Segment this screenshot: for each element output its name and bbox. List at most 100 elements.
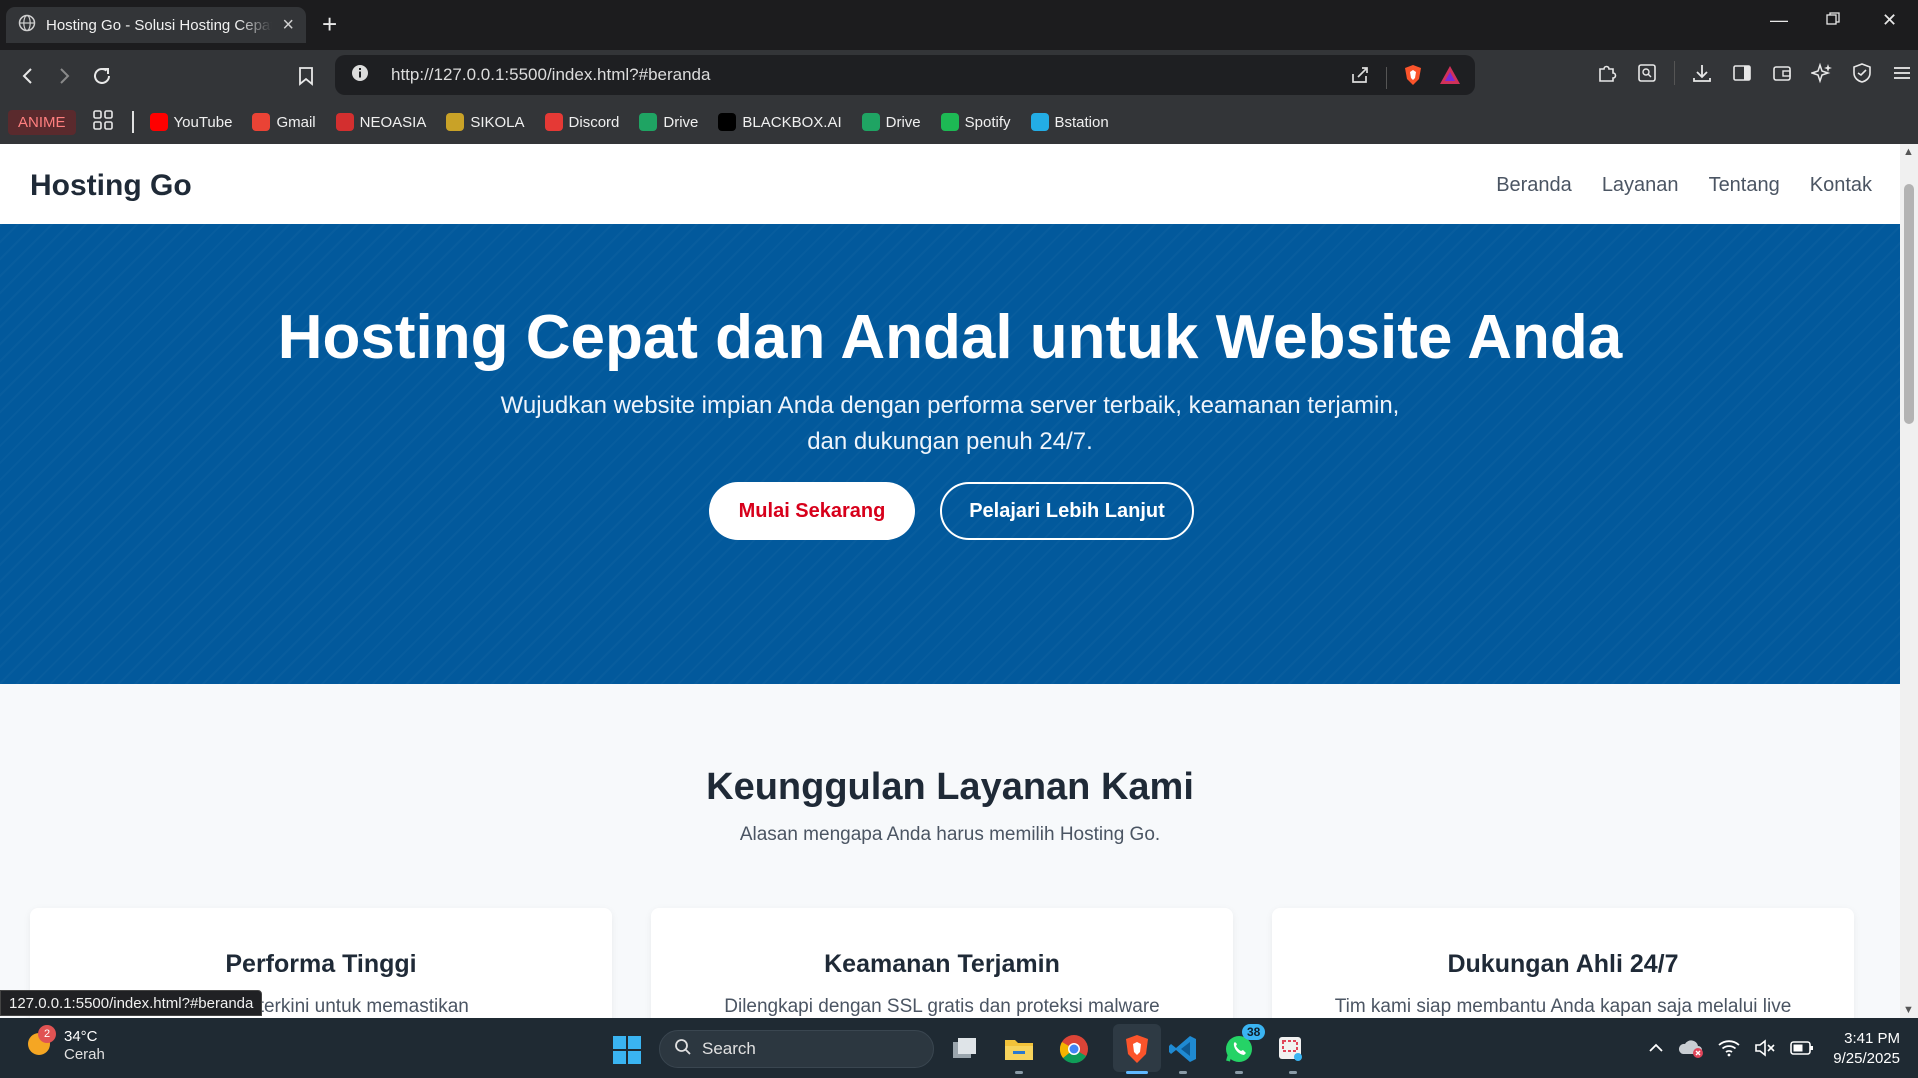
weather-condition: Cerah <box>64 1046 105 1063</box>
toolbar-divider <box>1674 61 1675 85</box>
chrome-icon[interactable] <box>1057 1032 1091 1066</box>
bookmark-label: Discord <box>568 113 620 131</box>
site-header: Hosting Go Beranda Layanan Tentang Konta… <box>0 144 1900 224</box>
close-window-icon[interactable]: ✕ <box>1882 10 1897 31</box>
search-label: Search <box>702 1039 756 1058</box>
brave-rewards-icon[interactable] <box>1439 65 1461 90</box>
nav-link-kontak[interactable]: Kontak <box>1810 174 1872 197</box>
bookmark-label: SIKOLA <box>470 113 525 131</box>
onedrive-error-icon[interactable] <box>1678 1038 1704 1063</box>
leo-ai-icon[interactable] <box>1809 60 1835 86</box>
vpn-icon[interactable] <box>1849 60 1875 86</box>
close-tab-icon[interactable]: × <box>282 15 294 35</box>
windows-start-icon[interactable] <box>612 1035 642 1070</box>
bookmark-item[interactable]: Bstation <box>1030 113 1109 131</box>
new-tab-icon[interactable]: + <box>322 11 337 37</box>
bookmark-label: Bstation <box>1054 113 1109 131</box>
windows-taskbar: 2 34°C Cerah Search 38 3:41 PM 9/25/2025 <box>0 1018 1918 1078</box>
site-logo[interactable]: Hosting Go <box>30 169 192 203</box>
wifi-icon[interactable] <box>1718 1039 1740 1062</box>
nav-link-beranda[interactable]: Beranda <box>1496 174 1572 197</box>
whatsapp-badge: 38 <box>1242 1024 1266 1040</box>
nav-link-layanan[interactable]: Layanan <box>1602 174 1679 197</box>
minimize-icon[interactable]: — <box>1770 10 1788 31</box>
vscode-icon[interactable] <box>1166 1032 1200 1066</box>
bookmark-item[interactable]: BLACKBOX.AI <box>718 113 842 131</box>
taskbar-search[interactable]: Search <box>659 1030 934 1068</box>
page-scrollbar[interactable]: ▲ ▼ <box>1900 144 1918 1018</box>
hero-section: Hosting Cepat dan Andal untuk Website An… <box>0 224 1900 684</box>
reader-mode-icon[interactable] <box>1634 60 1660 86</box>
bookmark-item[interactable]: NEOASIA <box>335 113 426 131</box>
clock-time: 3:41 PM <box>1844 1030 1900 1047</box>
hero-subtitle: Wujudkan website impian Anda dengan perf… <box>450 388 1450 460</box>
bookmark-folder-anime[interactable]: ANIME <box>8 109 76 135</box>
bookmark-label: YouTube <box>173 113 233 131</box>
volume-muted-icon[interactable] <box>1754 1039 1776 1062</box>
snipping-tool-icon[interactable] <box>1274 1032 1308 1066</box>
restore-icon[interactable] <box>1826 10 1840 31</box>
extensions-icon[interactable] <box>1594 60 1620 86</box>
feature-card-text: Tim kami siap membantu Anda kapan saja m… <box>1334 996 1792 1017</box>
task-view-icon[interactable] <box>948 1032 982 1066</box>
bookmark-label: Gmail <box>276 113 316 131</box>
brave-browser-icon[interactable] <box>1120 1032 1154 1066</box>
wallet-icon[interactable] <box>1769 60 1795 86</box>
chevron-up-icon[interactable] <box>1648 1041 1664 1060</box>
scroll-down-icon[interactable]: ▼ <box>1903 1004 1914 1016</box>
whatsapp-icon[interactable]: 38 <box>1222 1024 1266 1066</box>
share-icon[interactable] <box>1350 65 1370 90</box>
site-info-icon[interactable] <box>351 64 369 87</box>
youtube-icon <box>149 113 168 131</box>
address-bar[interactable]: http://127.0.0.1:5500/index.html?#berand… <box>335 55 1475 95</box>
feature-card-title: Dukungan Ahli 24/7 <box>1447 950 1679 978</box>
drive-icon <box>861 113 880 131</box>
forward-icon[interactable] <box>48 60 80 92</box>
gmail-icon <box>252 113 271 131</box>
bookmark-label: Drive <box>663 113 699 131</box>
feature-card-title: Keamanan Terjamin <box>824 950 1060 978</box>
toolbar-icons <box>1594 60 1915 86</box>
file-explorer-icon[interactable] <box>1002 1032 1036 1066</box>
neoasia-icon <box>335 113 354 131</box>
taskbar-clock[interactable]: 3:41 PM 9/25/2025 <box>1833 1029 1900 1069</box>
back-icon[interactable] <box>12 60 44 92</box>
bookmark-item[interactable]: Drive <box>861 113 921 131</box>
feature-card-support: Dukungan Ahli 24/7 Tim kami siap membant… <box>1272 908 1854 1018</box>
search-icon <box>674 1038 692 1061</box>
nav-link-tentang[interactable]: Tentang <box>1709 174 1780 197</box>
menu-icon[interactable] <box>1889 60 1915 86</box>
brave-shields-icon[interactable] <box>1403 64 1423 91</box>
tab-strip: Hosting Go - Solusi Hosting Cepat × + — … <box>0 0 1918 50</box>
apps-grid-icon[interactable] <box>92 109 114 136</box>
weather-sun-icon: 2 <box>24 1024 56 1064</box>
reload-icon[interactable] <box>86 60 118 92</box>
feature-card-text: Dilengkapi dengan SSL gratis dan proteks… <box>724 996 1160 1017</box>
bookmark-item[interactable]: Discord <box>544 113 620 131</box>
battery-icon[interactable] <box>1790 1040 1814 1061</box>
bookmark-item[interactable]: Spotify <box>940 113 1011 131</box>
learn-more-button[interactable]: Pelajari Lebih Lanjut <box>940 482 1194 540</box>
bookmark-label: BLACKBOX.AI <box>742 113 842 131</box>
system-tray <box>1648 1038 1814 1063</box>
start-now-button[interactable]: Mulai Sekarang <box>709 482 915 540</box>
running-indicator <box>1015 1071 1023 1074</box>
bookmark-item[interactable]: Drive <box>639 113 698 131</box>
sidebar-icon[interactable] <box>1729 60 1755 86</box>
tab-title: Hosting Go - Solusi Hosting Cepat <box>46 16 273 34</box>
url-divider <box>1386 66 1387 89</box>
url-text: http://127.0.0.1:5500/index.html?#berand… <box>391 65 711 84</box>
scroll-thumb[interactable] <box>1904 184 1914 424</box>
features-title: Keunggulan Layanan Kami <box>706 766 1194 808</box>
bookmark-item[interactable]: YouTube <box>149 113 233 131</box>
browser-tab[interactable]: Hosting Go - Solusi Hosting Cepat × <box>6 7 306 43</box>
bookmark-item[interactable]: Gmail <box>252 113 316 131</box>
scroll-up-icon[interactable]: ▲ <box>1903 146 1914 158</box>
download-icon[interactable] <box>1689 60 1715 86</box>
bookmark-icon[interactable] <box>290 60 322 92</box>
bookmark-item[interactable]: SIKOLA <box>446 113 525 131</box>
running-indicator <box>1289 1071 1297 1074</box>
spotify-icon <box>940 113 959 131</box>
weather-widget[interactable]: 2 34°C Cerah <box>24 1024 105 1064</box>
hero-title: Hosting Cepat dan Andal untuk Website An… <box>277 303 1623 372</box>
